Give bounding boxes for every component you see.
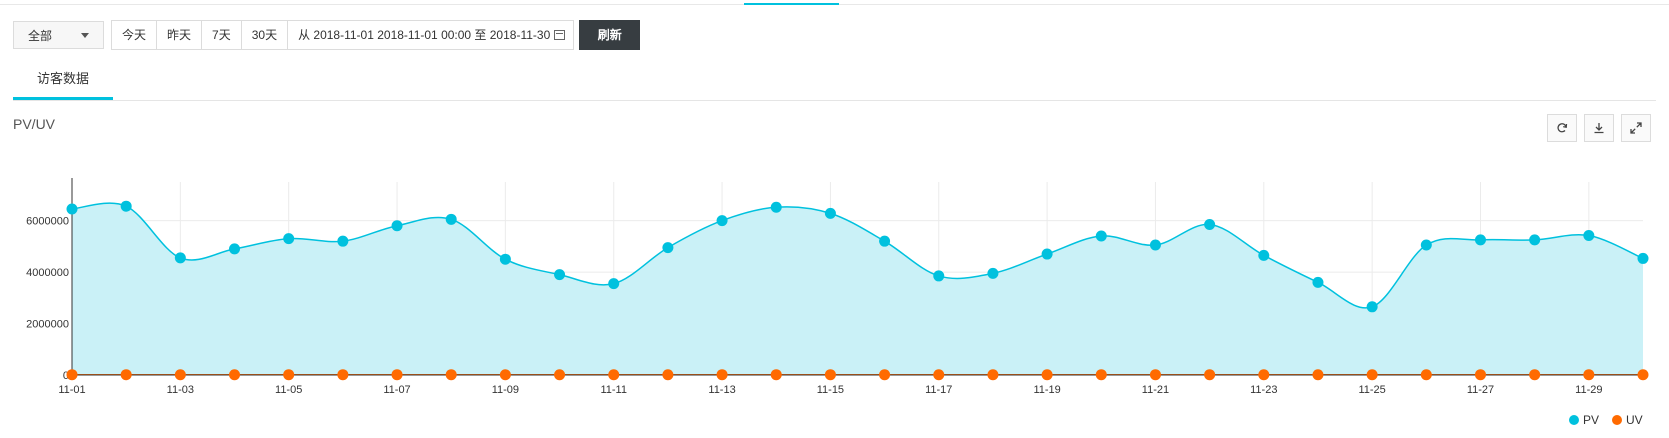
uv-point bbox=[120, 369, 132, 381]
pv-point bbox=[1258, 249, 1270, 261]
uv-point bbox=[716, 369, 728, 381]
legend-pv-label: PV bbox=[1583, 413, 1599, 427]
x-tick-label: 11-07 bbox=[383, 384, 410, 396]
x-tick-label: 11-27 bbox=[1467, 384, 1494, 396]
uv-point bbox=[662, 369, 674, 381]
pv-area bbox=[72, 203, 1643, 375]
pv-point bbox=[987, 267, 999, 279]
uv-point bbox=[933, 369, 945, 381]
x-tick-label: 11-15 bbox=[817, 384, 844, 396]
pv-point bbox=[1583, 230, 1595, 242]
x-tick-label: 11-25 bbox=[1358, 384, 1385, 396]
uv-point bbox=[391, 369, 403, 381]
uv-point bbox=[1204, 369, 1216, 381]
pv-point bbox=[1366, 301, 1378, 313]
legend-pv-swatch bbox=[1569, 415, 1579, 425]
uv-point bbox=[1637, 369, 1649, 381]
x-tick-label: 11-01 bbox=[58, 384, 85, 396]
uv-point bbox=[1366, 369, 1378, 381]
pv-point bbox=[499, 253, 511, 265]
pv-point bbox=[608, 278, 620, 290]
uv-point bbox=[1041, 369, 1053, 381]
x-tick-label: 11-03 bbox=[167, 384, 194, 396]
pv-point bbox=[445, 213, 457, 225]
pv-point bbox=[1204, 218, 1216, 230]
uv-point bbox=[1529, 369, 1541, 381]
uv-point bbox=[499, 369, 511, 381]
pv-point bbox=[554, 269, 566, 281]
pv-point bbox=[66, 203, 78, 215]
pv-point bbox=[824, 207, 836, 219]
uv-point bbox=[1583, 369, 1595, 381]
pv-point bbox=[662, 242, 674, 254]
pv-point bbox=[1420, 239, 1432, 251]
pv-uv-chart: 020000004000000600000011-01 11-03 11-05 11-… bbox=[26, 178, 1649, 427]
x-tick-label: 11-29 bbox=[1575, 384, 1602, 396]
uv-point bbox=[445, 369, 457, 381]
pv-point bbox=[283, 233, 295, 245]
uv-point bbox=[987, 369, 999, 381]
uv-point bbox=[879, 369, 891, 381]
pv-point bbox=[229, 243, 241, 255]
uv-point bbox=[1258, 369, 1270, 381]
pv-point bbox=[120, 200, 132, 212]
uv-point bbox=[824, 369, 836, 381]
legend-uv-label: UV bbox=[1626, 413, 1643, 427]
pv-point bbox=[391, 220, 403, 232]
pv-point bbox=[337, 235, 349, 247]
x-tick-label: 11-09 bbox=[492, 384, 519, 396]
uv-point bbox=[1420, 369, 1432, 381]
uv-point bbox=[1474, 369, 1486, 381]
pv-point bbox=[879, 235, 891, 247]
pv-point bbox=[716, 215, 728, 227]
uv-point bbox=[283, 369, 295, 381]
uv-point bbox=[770, 369, 782, 381]
pv-point bbox=[1312, 276, 1324, 288]
y-tick-label: 4000000 bbox=[26, 267, 69, 279]
x-tick-label: 11-19 bbox=[1033, 384, 1060, 396]
uv-point bbox=[174, 369, 186, 381]
uv-point bbox=[554, 369, 566, 381]
x-tick-label: 11-11 bbox=[600, 384, 627, 396]
y-tick-label: 6000000 bbox=[26, 216, 69, 228]
pv-point bbox=[1637, 252, 1649, 264]
uv-point bbox=[1312, 369, 1324, 381]
pv-point bbox=[1474, 234, 1486, 246]
x-tick-label: 11-05 bbox=[275, 384, 302, 396]
uv-point bbox=[608, 369, 620, 381]
uv-point bbox=[66, 369, 78, 381]
uv-point bbox=[1095, 369, 1107, 381]
pv-point bbox=[770, 201, 782, 213]
pv-point bbox=[1149, 239, 1161, 251]
legend-uv-swatch bbox=[1612, 415, 1622, 425]
pv-point bbox=[933, 270, 945, 282]
x-tick-label: 11-13 bbox=[708, 384, 735, 396]
uv-point bbox=[337, 369, 349, 381]
x-tick-label: 11-21 bbox=[1142, 384, 1169, 396]
x-tick-label: 11-23 bbox=[1250, 384, 1277, 396]
uv-point bbox=[1149, 369, 1161, 381]
pv-point bbox=[1529, 234, 1541, 246]
pv-point bbox=[1095, 230, 1107, 242]
y-tick-label: 2000000 bbox=[26, 319, 69, 331]
pv-point bbox=[1041, 248, 1053, 260]
pv-point bbox=[174, 252, 186, 264]
uv-point bbox=[229, 369, 241, 381]
x-tick-label: 11-17 bbox=[925, 384, 952, 396]
